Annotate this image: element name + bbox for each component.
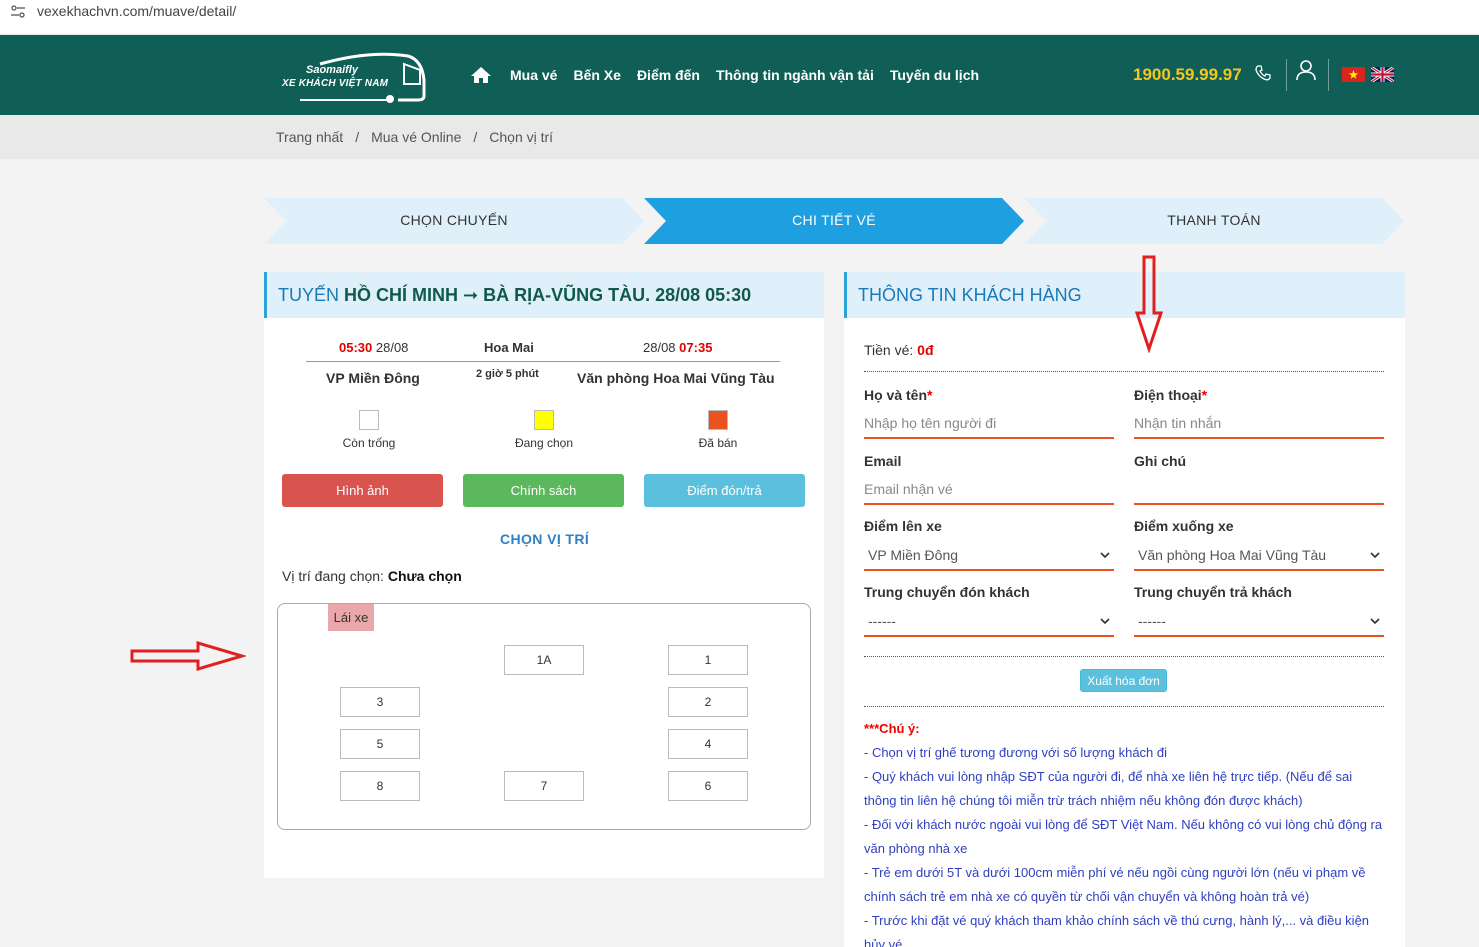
divider	[864, 656, 1384, 657]
dropoff-point-label: Điểm xuống xe	[1134, 518, 1234, 534]
pickup-transfer-select[interactable]: ------	[864, 607, 1114, 637]
note-label: Ghi chú	[1134, 453, 1187, 469]
seat-1[interactable]: 1	[668, 645, 748, 675]
name-label: Họ và tên*	[864, 387, 933, 403]
seat-4[interactable]: 4	[668, 729, 748, 759]
legend-sold-label: Đã bán	[698, 436, 738, 450]
breadcrumb-current: Chọn vị trí	[489, 129, 554, 145]
email-input[interactable]	[864, 475, 1114, 505]
legend-selecting-swatch	[534, 410, 554, 430]
trip-title: TUYẾN HỒ CHÍ MINH ➞ BÀ RỊA-VŨNG TÀU. 28/…	[278, 285, 752, 305]
url-text[interactable]: vexekhachvn.com/muave/detail/	[37, 3, 236, 19]
chevron-down-icon	[1370, 552, 1380, 559]
email-label: Email	[864, 453, 902, 469]
seat-3[interactable]: 3	[340, 687, 420, 717]
booking-steps: CHỌN CHUYẾN CHI TIẾT VÉ THANH TOÁN	[264, 198, 1404, 244]
uk-flag-icon[interactable]	[1371, 67, 1394, 82]
divider	[864, 371, 1384, 372]
policy-button[interactable]: Chính sách	[463, 474, 624, 507]
nav-bus-station[interactable]: Bến Xe	[573, 67, 620, 83]
operator-name: Hoa Mai	[484, 340, 534, 355]
hotline-number[interactable]: 1900.59.99.97	[1133, 65, 1242, 85]
legend-available-swatch	[359, 410, 379, 430]
nav-tour-routes[interactable]: Tuyến du lịch	[890, 67, 979, 83]
seat-2[interactable]: 2	[668, 687, 748, 717]
vietnam-flag-icon[interactable]	[1342, 67, 1365, 82]
phone-label: Điện thoại*	[1134, 387, 1208, 403]
phone-icon	[1255, 65, 1271, 81]
phone-input[interactable]	[1134, 409, 1384, 439]
logo-tagline: XE KHÁCH VIỆT NAM	[282, 78, 389, 89]
annotation-arrow-right-icon	[130, 640, 246, 672]
chevron-down-icon	[1100, 618, 1110, 625]
origin-station: VP Miền Đông	[326, 370, 420, 386]
chevron-down-icon	[1370, 618, 1380, 625]
divider	[864, 706, 1384, 707]
breadcrumb: Trang nhất / Mua vé Online / Chọn vị trí	[0, 115, 1479, 159]
note-item: - Quý khách vui lòng nhập SĐT của người …	[864, 769, 1353, 808]
logo-brand-text: Saomaifly	[306, 64, 358, 76]
nav-destination[interactable]: Điểm đến	[637, 67, 700, 83]
seat-5[interactable]: 5	[340, 729, 420, 759]
legend-available-label: Còn trống	[342, 436, 396, 450]
arrival-time: 28/08 07:35	[643, 340, 713, 355]
user-account-icon[interactable]	[1296, 59, 1316, 81]
dropoff-transfer-label: Trung chuyển trả khách	[1134, 584, 1292, 600]
customer-panel: THÔNG TIN KHÁCH HÀNG Tiền vé: 0đ Họ và t…	[844, 272, 1405, 947]
pickup-transfer-label: Trung chuyển đón khách	[864, 584, 1030, 600]
annotation-arrow-down-icon	[1135, 255, 1163, 353]
note-item: - Đối với khách nước ngoài vui lòng để S…	[864, 817, 1383, 856]
ticket-price: Tiền vé: 0đ	[864, 342, 934, 358]
pickup-points-button[interactable]: Điểm đón/trả	[644, 474, 805, 507]
current-seat-status: Vị trí đang chọn: Chưa chọn	[282, 568, 462, 584]
breadcrumb-separator: /	[355, 129, 360, 145]
departure-time: 05:30 28/08	[339, 340, 409, 355]
notes-title: ***Chú ý:	[864, 721, 920, 736]
boarding-point-label: Điểm lên xe	[864, 518, 942, 534]
chevron-down-icon	[1100, 552, 1110, 559]
customer-title: THÔNG TIN KHÁCH HÀNG	[858, 285, 1082, 305]
note-item: - Chọn vị trí ghế tương đương với số lượ…	[864, 745, 1168, 760]
images-button[interactable]: Hình ảnh	[282, 474, 443, 507]
site-header: Saomaifly XE KHÁCH VIỆT NAM Mua vé Bến X…	[0, 35, 1479, 115]
note-input[interactable]	[1134, 475, 1384, 505]
trip-divider	[306, 361, 780, 362]
nav-transport-info[interactable]: Thông tin ngành vận tải	[716, 67, 874, 83]
trip-duration: 2 giờ 5 phút	[476, 368, 539, 380]
full-name-input[interactable]	[864, 409, 1114, 439]
customer-panel-header: THÔNG TIN KHÁCH HÀNG	[844, 272, 1405, 318]
dropoff-point-select[interactable]: Văn phòng Hoa Mai Vũng Tàu	[1134, 541, 1384, 571]
seat-map: Lái xe 1A 1 3 2 5 4 8 7 6	[277, 603, 811, 830]
choose-seat-title: CHỌN VỊ TRÍ	[500, 531, 590, 547]
boarding-point-select[interactable]: VP Miền Đông	[864, 541, 1114, 571]
trip-panel: TUYẾN HỒ CHÍ MINH ➞ BÀ RỊA-VŨNG TÀU. 28/…	[264, 272, 824, 878]
seat-1A[interactable]: 1A	[504, 645, 584, 675]
trip-panel-header: TUYẾN HỒ CHÍ MINH ➞ BÀ RỊA-VŨNG TÀU. 28/…	[264, 272, 824, 318]
home-icon[interactable]	[470, 66, 492, 84]
header-divider	[1328, 59, 1329, 91]
seat-7[interactable]: 7	[504, 771, 584, 801]
note-item: - Trước khi đặt vé quý khách tham khảo c…	[864, 913, 1370, 947]
note-item: - Trẻ em dưới 5T và dưới 100cm miễn phí …	[864, 865, 1366, 904]
seat-6[interactable]: 6	[668, 771, 748, 801]
seat-8[interactable]: 8	[340, 771, 420, 801]
export-invoice-button[interactable]: Xuất hóa đơn	[1080, 669, 1167, 692]
driver-seat: Lái xe	[328, 604, 374, 631]
site-settings-icon[interactable]	[10, 5, 26, 19]
nav-buy-ticket[interactable]: Mua vé	[510, 67, 557, 83]
breadcrumb-buy-online[interactable]: Mua vé Online	[371, 129, 461, 145]
site-logo[interactable]: Saomaifly XE KHÁCH VIỆT NAM	[280, 50, 428, 105]
dropoff-transfer-select[interactable]: ------	[1134, 607, 1384, 637]
breadcrumb-separator: /	[473, 129, 478, 145]
legend-selecting-label: Đang chọn	[514, 436, 574, 450]
main-nav: Mua vé Bến Xe Điểm đến Thông tin ngành v…	[470, 66, 995, 84]
destination-station: Văn phòng Hoa Mai Vũng Tàu	[577, 370, 775, 386]
browser-address-bar: vexekhachvn.com/muave/detail/	[0, 0, 1479, 35]
legend-sold-swatch	[708, 410, 728, 430]
header-divider	[1286, 59, 1287, 91]
breadcrumb-home[interactable]: Trang nhất	[276, 129, 343, 145]
